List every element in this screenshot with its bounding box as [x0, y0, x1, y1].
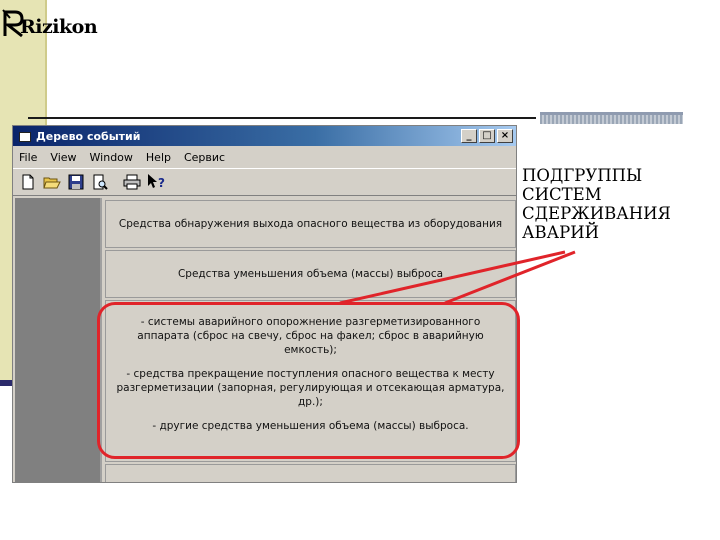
annotation-line-2: СИСТЕМ — [522, 185, 602, 204]
callout-line-left — [339, 250, 566, 305]
annotation-line-1: ПОДГРУППЫ — [522, 166, 643, 185]
subgroups-annotation: ПОДГРУППЫ СИСТЕМ СДЕРЖИВАНИЯ АВАРИЙ — [522, 166, 671, 242]
callout-line-right — [444, 250, 576, 305]
annotation-line-3: СДЕРЖИВАНИЯ — [522, 204, 671, 223]
annotation-line-4: АВАРИЙ — [522, 223, 599, 242]
highlight-oval — [97, 302, 520, 459]
callout-lines — [339, 250, 576, 305]
